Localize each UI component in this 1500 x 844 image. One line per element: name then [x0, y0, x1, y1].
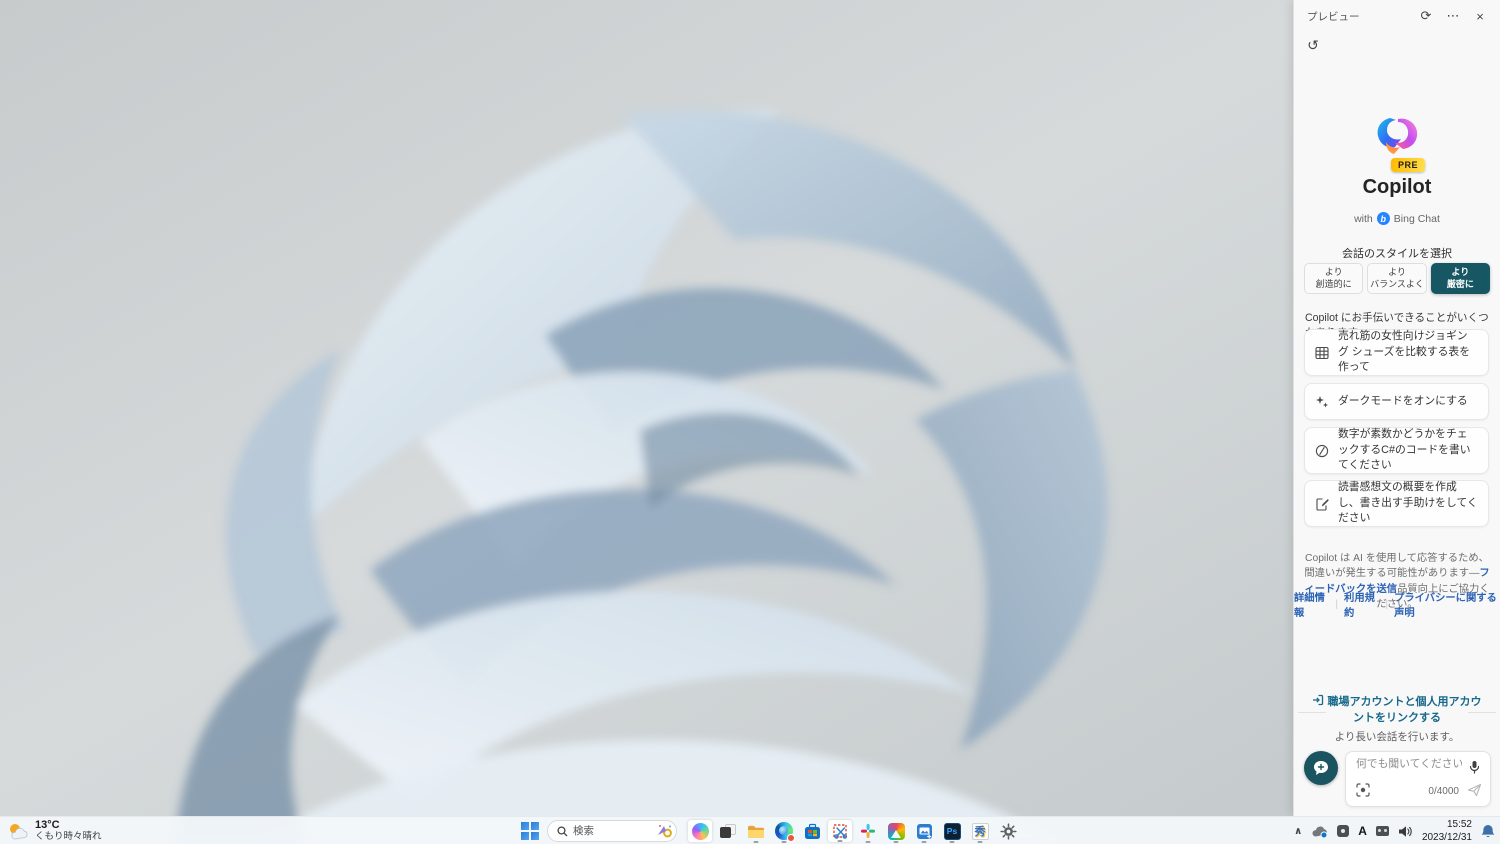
bing-chat-subtitle: with b Bing Chat [1294, 212, 1500, 225]
wallpaper-bloom [0, 0, 1500, 844]
windows-logo-icon [521, 822, 539, 840]
refresh-icon[interactable]: ⟳ [1416, 6, 1436, 26]
taskbar-photoshop-icon[interactable]: Ps [939, 819, 965, 843]
account-link-block: 職場アカウントと個人用アカウントをリンクする [1298, 694, 1496, 727]
suggestion-card-dark-mode[interactable]: ダークモードをオンにする [1304, 383, 1489, 420]
desktop: プレビュー ⟳ ⋯ × ↺ PRE Copilot with [0, 0, 1500, 844]
link-accounts-link[interactable]: 職場アカウントと個人用アカウントをリンクする [1312, 694, 1482, 727]
tray-date: 2023/12/31 [1422, 831, 1472, 844]
weather-widget[interactable]: 13°C くもり時々晴れ [7, 819, 102, 843]
taskbar-task-view-icon[interactable] [715, 819, 741, 843]
volume-icon[interactable] [1398, 825, 1413, 838]
service-label: Bing Chat [1394, 213, 1440, 225]
send-icon[interactable] [1467, 783, 1482, 800]
char-counter: 0/4000 [1428, 786, 1459, 797]
suggestion-text: 売れ筋の女性向けジョギング シューズを比較する表を作って [1338, 329, 1478, 376]
weather-condition: くもり時々晴れ [35, 832, 102, 843]
system-tray: ∧ A 15:52 2023/12/31 [1294, 819, 1495, 843]
notification-bell-icon[interactable] [1481, 824, 1495, 839]
copilot-titlebar: プレビュー ⟳ ⋯ × [1294, 0, 1500, 30]
style-option-balanced[interactable]: より バランスよく [1367, 263, 1426, 294]
privacy-link[interactable]: プライバシーに関する声明 [1394, 589, 1500, 619]
learn-more-link[interactable]: 詳細情報 [1294, 589, 1329, 619]
divider [1468, 712, 1496, 713]
table-icon [1315, 346, 1329, 360]
taskbar-settings-icon[interactable] [995, 819, 1021, 843]
copilot-logo-icon [1374, 116, 1420, 156]
chat-plus-icon [1312, 759, 1330, 777]
touch-keyboard-icon[interactable] [1376, 826, 1389, 836]
search-highlight-icon [656, 823, 673, 839]
copilot-title: Copilot [1294, 176, 1500, 199]
sparkles-icon [1315, 395, 1329, 409]
style-option-creative[interactable]: より 創造的に [1304, 263, 1363, 294]
code-icon [1315, 444, 1329, 458]
with-label: with [1354, 213, 1373, 225]
onedrive-icon[interactable] [1311, 825, 1328, 838]
suggestion-card-book-report[interactable]: 読書感想文の概要を作成し、書き出す手助けをしてください [1304, 480, 1489, 527]
new-topic-button[interactable] [1304, 751, 1338, 785]
suggestion-text: 読書感想文の概要を作成し、書き出す手助けをしてください [1338, 480, 1478, 527]
divider [1298, 712, 1326, 713]
clock[interactable]: 15:52 2023/12/31 [1422, 818, 1472, 844]
start-button[interactable] [518, 819, 542, 843]
tray-overflow-chevron-icon[interactable]: ∧ [1294, 826, 1302, 837]
taskbar-screen-capture-icon[interactable] [827, 819, 853, 843]
microphone-icon[interactable] [1468, 760, 1481, 777]
search-input[interactable] [573, 825, 651, 837]
weather-icon [7, 821, 29, 841]
taskbar-edge-icon[interactable] [771, 819, 797, 843]
weather-temperature: 13°C [35, 819, 102, 832]
compose-icon [1315, 497, 1329, 511]
taskbar-app-icons: Ps 秀 [687, 819, 1021, 843]
taskbar-microsoft-store-icon[interactable] [799, 819, 825, 843]
suggestion-card-csharp-code[interactable]: 数字が素数かどうかをチェックするC#のコードを書いてください [1304, 427, 1489, 474]
preview-label: プレビュー [1307, 9, 1416, 24]
link-separator: | [1329, 599, 1344, 610]
suggestion-text: ダークモードをオンにする [1338, 394, 1468, 410]
composer: 0/4000 [1345, 751, 1491, 807]
taskbar-file-explorer-icon[interactable] [743, 819, 769, 843]
copilot-panel: プレビュー ⟳ ⋯ × ↺ PRE Copilot with [1293, 0, 1500, 816]
screenshot-icon[interactable] [1356, 783, 1370, 800]
pre-badge: PRE [1391, 158, 1425, 172]
taskbar: 13°C くもり時々晴れ [0, 816, 1500, 844]
taskbar-photos-icon[interactable] [883, 819, 909, 843]
suggestion-card-comparison-table[interactable]: 売れ筋の女性向けジョギング シューズを比較する表を作って [1304, 329, 1489, 376]
style-selector: より 創造的に より バランスよく より 厳密に [1304, 263, 1490, 294]
style-selector-heading: 会話のスタイルを選択 [1294, 245, 1500, 261]
search-icon [557, 826, 568, 837]
taskbar-hidemaru-icon[interactable]: 秀 [967, 819, 993, 843]
ime-mode-icon[interactable]: A [1358, 824, 1367, 838]
taskbar-slack-icon[interactable] [855, 819, 881, 843]
suggestion-text: 数字が素数かどうかをチェックするC#のコードを書いてください [1338, 427, 1478, 474]
more-options-icon[interactable]: ⋯ [1443, 6, 1463, 26]
search-box[interactable] [547, 820, 677, 842]
footer-links: 詳細情報 | 利用規約 | プライバシーに関する声明 [1294, 589, 1500, 619]
bing-icon: b [1377, 212, 1390, 225]
taskbar-image-editor-icon[interactable] [911, 819, 937, 843]
close-icon[interactable]: × [1470, 6, 1490, 26]
account-description: より長い会話を行います。 [1294, 729, 1500, 744]
style-option-precise[interactable]: より 厳密に [1431, 263, 1490, 294]
tray-time: 15:52 [1422, 818, 1472, 831]
tray-app-icon[interactable] [1337, 825, 1349, 837]
history-icon[interactable]: ↺ [1303, 35, 1323, 55]
chat-input[interactable] [1356, 758, 1462, 770]
sign-in-icon [1312, 694, 1324, 706]
terms-link[interactable]: 利用規約 [1344, 589, 1379, 619]
link-separator: | [1379, 599, 1394, 610]
taskbar-copilot-icon[interactable] [687, 819, 713, 843]
